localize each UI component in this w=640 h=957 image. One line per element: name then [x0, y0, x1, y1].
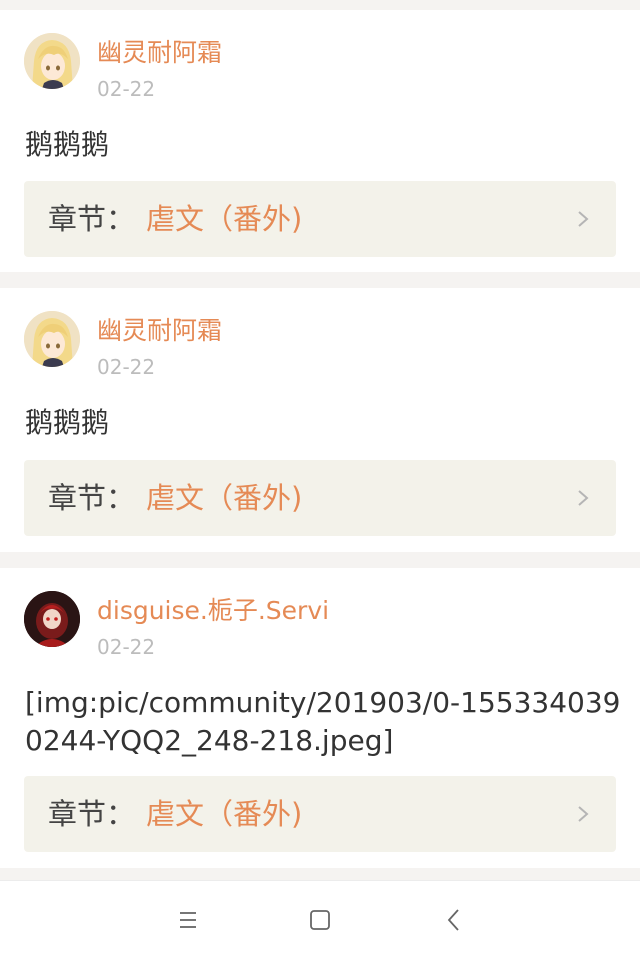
back-icon[interactable] — [440, 905, 470, 935]
avatar[interactable] — [24, 311, 80, 367]
avatar[interactable] — [24, 591, 80, 647]
anime-girl-avatar-icon — [24, 33, 80, 89]
post-card: 幽灵耐阿霜 02-22 鹅鹅鹅 章节： 虐文（番外) — [0, 288, 640, 552]
post-content: [img:pic/community/201903/0-155334039024… — [25, 686, 621, 757]
chapter-title: 虐文（番外) — [146, 797, 303, 831]
chapter-link[interactable]: 章节： 虐文（番外) — [24, 460, 616, 536]
chapter-link[interactable]: 章节： 虐文（番外) — [24, 181, 616, 257]
username[interactable]: disguise.栀子.Servi — [97, 595, 329, 627]
chevron-right-icon — [578, 490, 589, 506]
chevron-right-icon — [578, 806, 589, 822]
red-character-avatar-icon — [24, 591, 80, 647]
avatar[interactable] — [24, 33, 80, 89]
chapter-label: 章节： — [48, 797, 136, 831]
username[interactable]: 幽灵耐阿霜 — [97, 315, 222, 347]
chapter-label: 章节： — [48, 202, 136, 236]
post-content: 鹅鹅鹅 — [25, 406, 110, 439]
username[interactable]: 幽灵耐阿霜 — [97, 37, 222, 69]
post-date: 02-22 — [97, 355, 156, 379]
chapter-label: 章节： — [48, 481, 136, 515]
chapter-title: 虐文（番外) — [146, 481, 303, 515]
post-date: 02-22 — [97, 77, 156, 101]
menu-icon[interactable] — [173, 905, 203, 935]
post-card: disguise.栀子.Servi 02-22 [img:pic/communi… — [0, 568, 640, 868]
post-date: 02-22 — [97, 635, 156, 659]
system-navigation-bar — [0, 880, 640, 957]
chevron-right-icon — [578, 211, 589, 227]
post-content: 鹅鹅鹅 — [25, 128, 110, 161]
chapter-link[interactable]: 章节： 虐文（番外) — [24, 776, 616, 852]
anime-girl-avatar-icon — [24, 311, 80, 367]
post-card: 幽灵耐阿霜 02-22 鹅鹅鹅 章节： 虐文（番外) — [0, 10, 640, 272]
home-icon[interactable] — [305, 905, 335, 935]
chapter-title: 虐文（番外) — [146, 202, 303, 236]
